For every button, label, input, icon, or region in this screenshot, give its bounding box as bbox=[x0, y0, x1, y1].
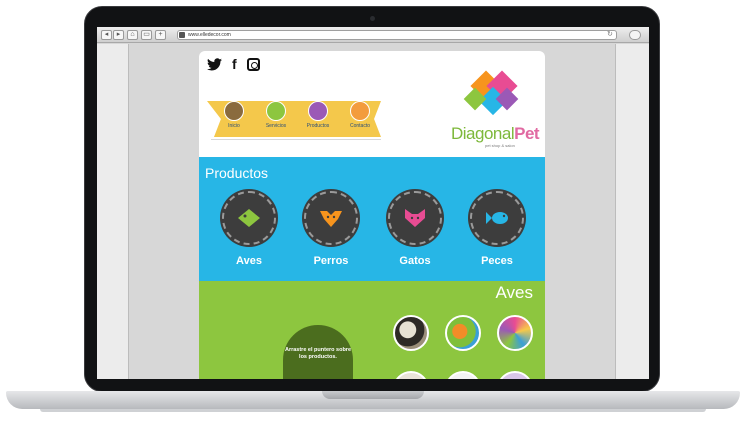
laptop-scene: ◂ ▸ ⌂ ▭ + www.elledecor.com ↻ f Inicio S… bbox=[0, 0, 746, 422]
laptop-notch bbox=[322, 391, 424, 399]
dog-icon bbox=[320, 211, 342, 227]
page-gutter-left bbox=[97, 44, 129, 379]
nav-label: Productos bbox=[306, 123, 330, 129]
home-icon bbox=[224, 101, 244, 121]
product-badge bbox=[470, 191, 524, 245]
product-label: Perros bbox=[313, 255, 349, 267]
cat-icon bbox=[405, 209, 425, 227]
product-label: Gatos bbox=[399, 255, 431, 267]
nav-label: Inicio bbox=[228, 123, 240, 129]
brand-tagline: pet shop & salon bbox=[485, 143, 515, 148]
add-tab-button[interactable]: + bbox=[155, 30, 166, 40]
brand-name: DiagonalPet bbox=[451, 124, 540, 143]
home-button[interactable]: ⌂ bbox=[127, 30, 138, 40]
products-icon bbox=[308, 101, 328, 121]
section-title: Aves bbox=[495, 283, 534, 302]
back-button[interactable]: ◂ bbox=[101, 30, 112, 40]
reload-icon[interactable]: ↻ bbox=[607, 30, 613, 39]
instagram-icon[interactable] bbox=[246, 57, 260, 71]
products-section: Productos Aves Perros Gatos Peces bbox=[199, 157, 545, 281]
window-resize-button[interactable] bbox=[629, 30, 641, 40]
webcam bbox=[370, 16, 375, 21]
nav-item-inicio[interactable]: Inicio bbox=[219, 101, 249, 129]
product-label: Aves bbox=[236, 255, 262, 267]
brand-part2: Pet bbox=[514, 124, 540, 143]
product-badge bbox=[222, 191, 276, 245]
fish-icon bbox=[486, 212, 508, 224]
product-label: Peces bbox=[481, 255, 513, 267]
product-thumb-6[interactable] bbox=[497, 371, 533, 379]
main-nav: Inicio Servicios Productos Contacto bbox=[219, 101, 375, 129]
product-perros[interactable]: Perros bbox=[301, 191, 361, 267]
laptop-foot bbox=[40, 409, 706, 412]
product-thumb-5[interactable] bbox=[445, 371, 481, 379]
browser-toolbar: ◂ ▸ ⌂ ▭ + www.elledecor.com ↻ bbox=[97, 27, 649, 43]
diagonalpet-logo[interactable] bbox=[447, 69, 537, 129]
product-badge bbox=[388, 191, 442, 245]
product-peces[interactable]: Peces bbox=[467, 191, 527, 267]
twitter-icon[interactable] bbox=[207, 57, 222, 71]
nav-item-productos[interactable]: Productos bbox=[303, 101, 333, 129]
address-bar[interactable]: www.elledecor.com bbox=[177, 30, 617, 40]
products-title: Productos bbox=[205, 165, 269, 181]
product-badge bbox=[304, 191, 358, 245]
page-gutter-right bbox=[615, 44, 649, 379]
social-links: f bbox=[207, 56, 260, 72]
product-aves[interactable]: Aves bbox=[219, 191, 279, 267]
nav-item-contacto[interactable]: Contacto bbox=[345, 101, 375, 129]
product-thumb-finch[interactable] bbox=[393, 315, 429, 351]
bird-icon bbox=[238, 209, 260, 227]
product-thumb-parrot[interactable] bbox=[445, 315, 481, 351]
contact-icon bbox=[350, 101, 370, 121]
services-icon bbox=[266, 101, 286, 121]
url-text: www.elledecor.com bbox=[188, 32, 231, 38]
divider bbox=[211, 139, 381, 140]
favicon-icon bbox=[179, 32, 185, 38]
product-thumb-toy[interactable] bbox=[497, 315, 533, 351]
nav-item-servicios[interactable]: Servicios bbox=[261, 101, 291, 129]
laptop-screen: ◂ ▸ ⌂ ▭ + www.elledecor.com ↻ f Inicio S… bbox=[97, 27, 649, 379]
aves-section: Aves Arrastre el puntero sobre los produ… bbox=[199, 281, 545, 379]
brand-part1: Diagonal bbox=[451, 124, 515, 143]
facebook-icon[interactable]: f bbox=[232, 56, 237, 72]
product-thumb-4[interactable] bbox=[393, 371, 429, 379]
product-gatos[interactable]: Gatos bbox=[385, 191, 445, 267]
hover-hint: Arrastre el puntero sobre los productos. bbox=[284, 347, 352, 360]
forward-button[interactable]: ▸ bbox=[113, 30, 124, 40]
nav-label: Servicios bbox=[265, 123, 287, 129]
webpage: f Inicio Servicios Productos Contacto Di… bbox=[199, 51, 545, 379]
nav-label: Contacto bbox=[349, 123, 370, 129]
bookmarks-button[interactable]: ▭ bbox=[141, 30, 152, 40]
